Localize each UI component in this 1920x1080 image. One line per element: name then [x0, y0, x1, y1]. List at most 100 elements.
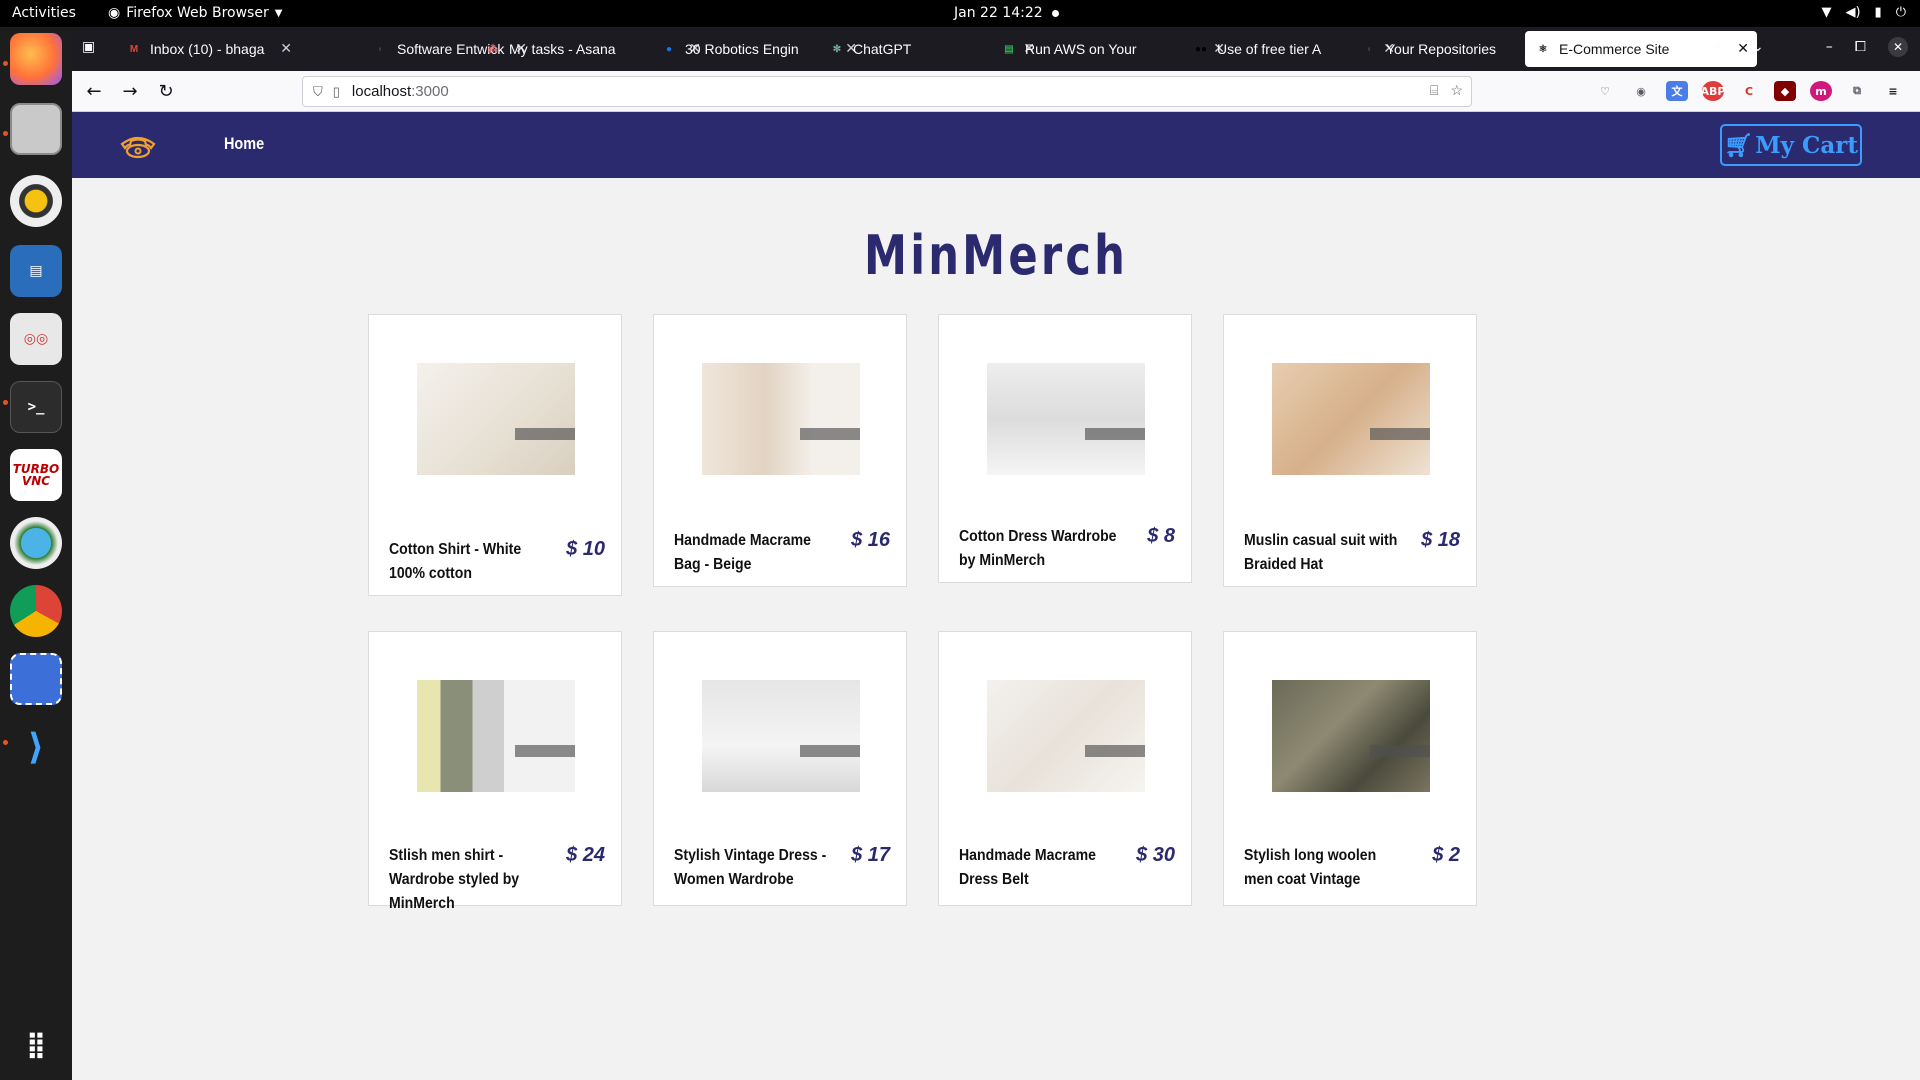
telephone-logo-icon[interactable] [118, 130, 158, 160]
chrome-icon[interactable] [10, 585, 62, 637]
github-icon: ◐ [1366, 43, 1374, 55]
firefox-small-icon: ◉ [108, 5, 121, 21]
image-label-strip [1370, 427, 1430, 440]
list-tabs-chevron-icon[interactable]: ⌄ [1752, 39, 1764, 55]
restore-icon[interactable]: ⧠ [1855, 39, 1866, 55]
image-label-strip [800, 427, 860, 440]
firefox-icon[interactable] [10, 33, 62, 85]
activities-button[interactable]: Activities [12, 5, 76, 21]
pocket-icon[interactable]: ♡ [1594, 81, 1616, 101]
medium-icon: ●● [1194, 43, 1208, 55]
document-viewer-icon[interactable]: ◎◎ [10, 313, 62, 365]
system-tray[interactable]: ▼ ◀) ▮ ⏻ [1821, 5, 1906, 20]
files-icon[interactable] [10, 103, 62, 155]
web-page: Home 🛒︎ My Cart MinMerch Cotton Shirt - … [72, 112, 1920, 1080]
adblock-plus-icon[interactable]: ABP [1701, 81, 1725, 101]
wifi-icon: ▼ [1821, 5, 1832, 20]
navigation-toolbar: ← → ↻ ⛉ ▯ localhost:3000 ⌸ ☆ ♡ ◉ 文 ABP C… [72, 71, 1920, 112]
image-label-strip [800, 744, 860, 757]
product-name: Cotton Dress Wardrobe by MinMerch [959, 528, 1117, 569]
browser-tab[interactable]: M Inbox (10) - bhaga ✕ [116, 31, 300, 67]
back-icon[interactable]: ← [82, 79, 106, 103]
blue-circle-icon: ● [665, 43, 673, 55]
account-icon[interactable]: ◉ [1630, 81, 1652, 101]
window-controls: – ⧠ ✕ [1826, 37, 1908, 57]
new-tab-icon[interactable]: + [1712, 39, 1724, 55]
translate-icon[interactable]: ⌸ [1430, 82, 1438, 99]
turbovnc-icon[interactable]: TURBO VNC [10, 449, 62, 501]
show-apps-icon[interactable]: ⣿ [10, 1019, 62, 1071]
extensions-puzzle-icon[interactable]: ⧉ [1846, 81, 1868, 101]
minimize-icon[interactable]: – [1826, 39, 1833, 55]
clock[interactable]: Jan 22 14:22 [954, 5, 1043, 21]
product-image[interactable] [987, 363, 1145, 475]
screenshot-icon[interactable] [10, 653, 62, 705]
product-card[interactable]: Stylish Vintage Dress - Women Wardrobe $ … [653, 631, 907, 906]
tab-title: Run AWS on Your [1025, 41, 1137, 57]
network-app-icon[interactable] [10, 517, 62, 569]
product-image[interactable] [702, 680, 860, 792]
battery-icon: ▮ [1874, 5, 1882, 20]
translate-extension-icon[interactable]: 文 [1666, 81, 1688, 101]
page-info-icon[interactable]: ▯ [333, 84, 340, 100]
image-label-strip [1085, 427, 1145, 440]
product-card[interactable]: Stlish men shirt - Wardrobe styled by Mi… [368, 631, 622, 912]
close-tab-icon[interactable]: ✕ [280, 40, 292, 57]
close-window-icon[interactable]: ✕ [1888, 37, 1908, 57]
product-name: Handmade Macrame Bag - Beige [674, 532, 811, 573]
ublock-origin-icon[interactable]: ◆ [1774, 81, 1796, 101]
tracking-protection-icon[interactable]: ⛉ [313, 84, 323, 100]
product-card[interactable]: Stylish long woolen men coat Vintage $ 2 [1223, 631, 1477, 906]
hamburger-menu-icon[interactable]: ≡ [1882, 81, 1904, 101]
product-price: $ 2 [1432, 844, 1460, 866]
gmail-icon: M [129, 43, 139, 55]
volume-icon: ◀) [1845, 5, 1861, 20]
product-image[interactable] [987, 680, 1145, 792]
reload-icon[interactable]: ↻ [154, 79, 178, 103]
extensions-toolbar: ♡ ◉ 文 ABP C ◆ m ⧉ ≡ [1594, 81, 1904, 101]
url-bar[interactable]: ⛉ ▯ localhost:3000 ⌸ ☆ [302, 76, 1472, 107]
asana-icon: ⁂ [488, 43, 498, 55]
notification-dot [1052, 10, 1059, 17]
product-name: Handmade Macrame Dress Belt [959, 847, 1096, 888]
firefox-view-icon[interactable]: ▣ [82, 39, 95, 55]
product-image[interactable] [702, 363, 860, 475]
product-image[interactable] [417, 363, 575, 475]
app-menu[interactable]: ◉ Firefox Web Browser ▼ [108, 5, 282, 21]
product-image[interactable] [1272, 680, 1430, 792]
close-tab-icon[interactable]: ✕ [1737, 40, 1749, 57]
product-name: Muslin casual suit with Braided Hat [1244, 532, 1398, 573]
forward-icon[interactable]: → [118, 79, 142, 103]
terminal-icon[interactable]: >_ [10, 381, 62, 433]
tab-title: 30 Robotics Engin [685, 41, 799, 57]
writer-icon[interactable]: ▤ [10, 245, 62, 297]
product-price: $ 8 [1147, 525, 1175, 547]
my-cart-button[interactable]: 🛒︎ My Cart [1720, 124, 1862, 166]
url-text: localhost:3000 [352, 83, 449, 100]
system-top-bar: Activities ◉ Firefox Web Browser ▼ Jan 2… [0, 0, 1920, 27]
extension-icon[interactable]: m [1810, 81, 1832, 101]
github-icon: ◐ [377, 43, 385, 55]
product-price: $ 30 [1136, 844, 1175, 866]
cart-icon: 🛒︎ [1724, 131, 1754, 159]
image-label-strip [1370, 744, 1430, 757]
product-card[interactable]: Cotton Shirt - White 100% cotton $ 10 [368, 314, 622, 596]
product-image[interactable] [1272, 363, 1430, 475]
chevron-down-icon: ▼ [274, 7, 283, 19]
product-card[interactable]: Handmade Macrame Dress Belt $ 30 [938, 631, 1192, 906]
product-card[interactable]: Cotton Dress Wardrobe by MinMerch $ 8 [938, 314, 1192, 583]
product-card[interactable]: Handmade Macrame Bag - Beige $ 16 [653, 314, 907, 587]
page-title: MinMerch [72, 224, 1920, 287]
chatgpt-icon: ✻ [832, 43, 842, 55]
vscode-icon[interactable]: ⟩ [10, 721, 62, 773]
bookmark-star-icon[interactable]: ☆ [1450, 82, 1463, 99]
url-port: :3000 [411, 83, 449, 100]
home-link[interactable]: Home [224, 134, 264, 154]
product-card[interactable]: Muslin casual suit with Braided Hat $ 18 [1223, 314, 1477, 587]
product-name: Cotton Shirt - White 100% cotton [389, 541, 522, 582]
product-image[interactable] [417, 680, 575, 792]
c-extension-icon[interactable]: C [1738, 81, 1760, 101]
running-indicator [3, 400, 8, 405]
aws-icon: ▤ [1004, 43, 1014, 55]
rhythmbox-icon[interactable] [10, 175, 62, 227]
